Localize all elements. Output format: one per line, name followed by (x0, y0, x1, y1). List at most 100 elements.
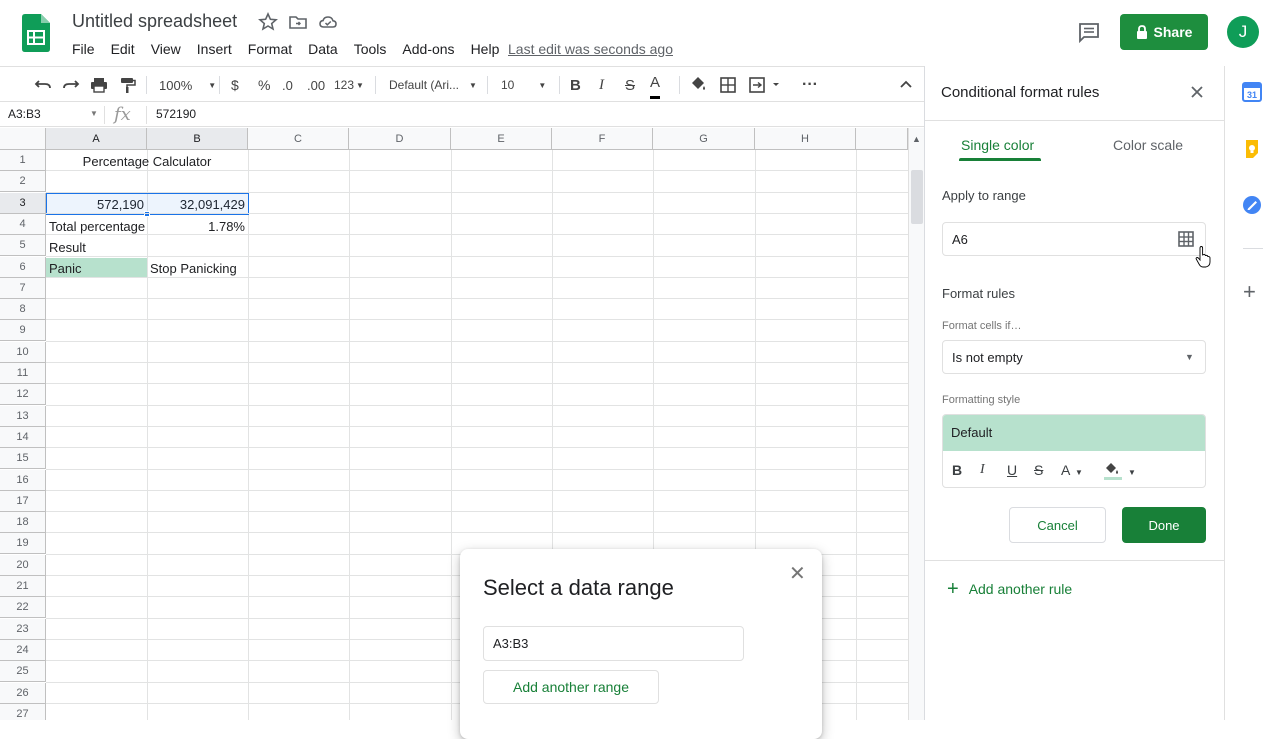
column-header-c[interactable]: C (248, 128, 349, 150)
merge-cells-icon[interactable] (748, 67, 780, 103)
row-header[interactable]: 17 (0, 490, 46, 512)
borders-icon[interactable] (719, 67, 737, 103)
print-icon[interactable] (90, 67, 108, 103)
get-addons-plus-icon[interactable]: + (1243, 281, 1256, 303)
add-another-range-button[interactable]: Add another range (483, 670, 659, 704)
sheets-logo-icon[interactable] (22, 14, 50, 52)
chevron-down-icon[interactable]: ▼ (1185, 352, 1194, 362)
menu-file[interactable]: File (64, 40, 103, 58)
text-color-dropdown-icon[interactable]: ▼ (1075, 468, 1083, 477)
scroll-up-icon[interactable]: ▲ (908, 128, 924, 150)
keep-icon[interactable] (1242, 139, 1262, 159)
share-button[interactable]: Share (1120, 14, 1208, 50)
row-header[interactable]: 27 (0, 703, 46, 720)
menu-add-ons[interactable]: Add-ons (394, 40, 462, 58)
column-header-h[interactable]: H (755, 128, 856, 150)
column-header-i[interactable] (856, 128, 908, 150)
paint-format-icon[interactable] (118, 67, 136, 103)
condition-select[interactable]: Is not empty (942, 340, 1206, 374)
star-icon[interactable] (258, 12, 278, 32)
more-formats-button[interactable]: 123 ▼ (334, 67, 364, 103)
select-all-corner[interactable] (0, 128, 46, 150)
cancel-button[interactable]: Cancel (1009, 507, 1106, 543)
move-folder-icon[interactable] (288, 12, 308, 32)
row-header[interactable]: 13 (0, 405, 46, 427)
row-header[interactable]: 4 (0, 213, 46, 235)
row-header[interactable]: 1 (0, 150, 46, 171)
row-header[interactable]: 3 (0, 192, 46, 214)
row-header[interactable]: 12 (0, 384, 46, 406)
fill-handle[interactable] (144, 211, 150, 217)
increase-decimal-button[interactable]: .00 (307, 67, 325, 103)
decrease-decimal-button[interactable]: .0 (282, 67, 293, 103)
scrollbar-thumb[interactable] (911, 170, 923, 224)
font-family-select[interactable]: Default (Ari... ▼ (389, 67, 477, 103)
text-color-button[interactable]: A (650, 69, 661, 99)
column-header-d[interactable]: D (349, 128, 451, 150)
row-header[interactable]: 5 (0, 235, 46, 257)
row-header[interactable]: 7 (0, 277, 46, 299)
apply-range-input[interactable]: A6 (942, 222, 1206, 256)
user-avatar[interactable]: J (1227, 16, 1259, 48)
row-header[interactable]: 21 (0, 576, 46, 597)
menu-help[interactable]: Help (463, 40, 508, 58)
row-header[interactable]: 10 (0, 341, 46, 363)
row-header[interactable]: 15 (0, 448, 46, 470)
menu-tools[interactable]: Tools (346, 40, 395, 58)
document-title[interactable]: Untitled spreadsheet (72, 11, 237, 32)
row-header[interactable]: 16 (0, 469, 46, 491)
row-header[interactable]: 11 (0, 363, 46, 384)
more-options-button[interactable]: ··· (802, 67, 818, 103)
row-header[interactable]: 24 (0, 639, 46, 661)
style-bold-button[interactable]: B (952, 462, 962, 478)
column-header-g[interactable]: G (653, 128, 755, 150)
add-another-rule-button[interactable]: + Add another rule (947, 579, 1072, 599)
select-range-grid-icon[interactable] (1178, 231, 1194, 247)
row-header[interactable]: 22 (0, 597, 46, 619)
menu-view[interactable]: View (143, 40, 189, 58)
close-icon[interactable]: ✕ (789, 561, 806, 586)
row-header[interactable]: 23 (0, 618, 46, 640)
done-button[interactable]: Done (1122, 507, 1206, 543)
column-header-e[interactable]: E (451, 128, 552, 150)
row-header[interactable]: 18 (0, 512, 46, 534)
menu-edit[interactable]: Edit (103, 40, 143, 58)
bold-button[interactable]: B (570, 67, 581, 103)
cloud-saved-icon[interactable] (318, 12, 338, 32)
comment-history-icon[interactable] (1077, 20, 1101, 44)
font-size-select[interactable]: 10 ▼ (501, 67, 546, 103)
row-header[interactable]: 6 (0, 256, 46, 278)
style-preview[interactable]: Default (943, 415, 1205, 451)
style-text-color-button[interactable]: A (1061, 462, 1070, 478)
menu-format[interactable]: Format (240, 40, 300, 58)
strikethrough-button[interactable]: S (625, 67, 635, 103)
tasks-icon[interactable] (1242, 195, 1262, 215)
italic-button[interactable]: I (599, 67, 604, 103)
row-header[interactable]: 25 (0, 661, 46, 683)
dialog-range-input[interactable]: A3:B3 (483, 626, 744, 661)
tab-single-color[interactable]: Single color (961, 137, 1034, 153)
calendar-icon[interactable]: 31 (1242, 82, 1262, 102)
row-header[interactable]: 26 (0, 682, 46, 704)
style-strikethrough-button[interactable]: S (1034, 462, 1043, 478)
currency-format-button[interactable]: $ (231, 67, 239, 103)
cell-a1[interactable]: Percentage Calculator (46, 151, 248, 172)
tab-color-scale[interactable]: Color scale (1113, 137, 1183, 153)
vertical-scrollbar[interactable] (908, 150, 924, 720)
fill-color-icon[interactable] (1103, 459, 1123, 481)
menu-data[interactable]: Data (300, 40, 346, 58)
style-underline-button[interactable]: U (1007, 462, 1017, 478)
row-header[interactable]: 9 (0, 320, 46, 342)
formula-input[interactable]: 572190 (156, 107, 196, 121)
style-italic-button[interactable]: I (980, 462, 985, 478)
row-header[interactable]: 20 (0, 554, 46, 576)
menu-insert[interactable]: Insert (189, 40, 240, 58)
row-header[interactable]: 19 (0, 533, 46, 555)
fill-color-icon[interactable] (689, 67, 707, 103)
last-edit-link[interactable]: Last edit was seconds ago (508, 40, 673, 58)
zoom-select[interactable]: 100% ▼ (159, 67, 216, 103)
collapse-toolbar-icon[interactable] (898, 67, 914, 103)
row-header[interactable]: 14 (0, 426, 46, 448)
redo-icon[interactable] (62, 67, 80, 103)
column-header-b[interactable]: B (147, 128, 248, 150)
